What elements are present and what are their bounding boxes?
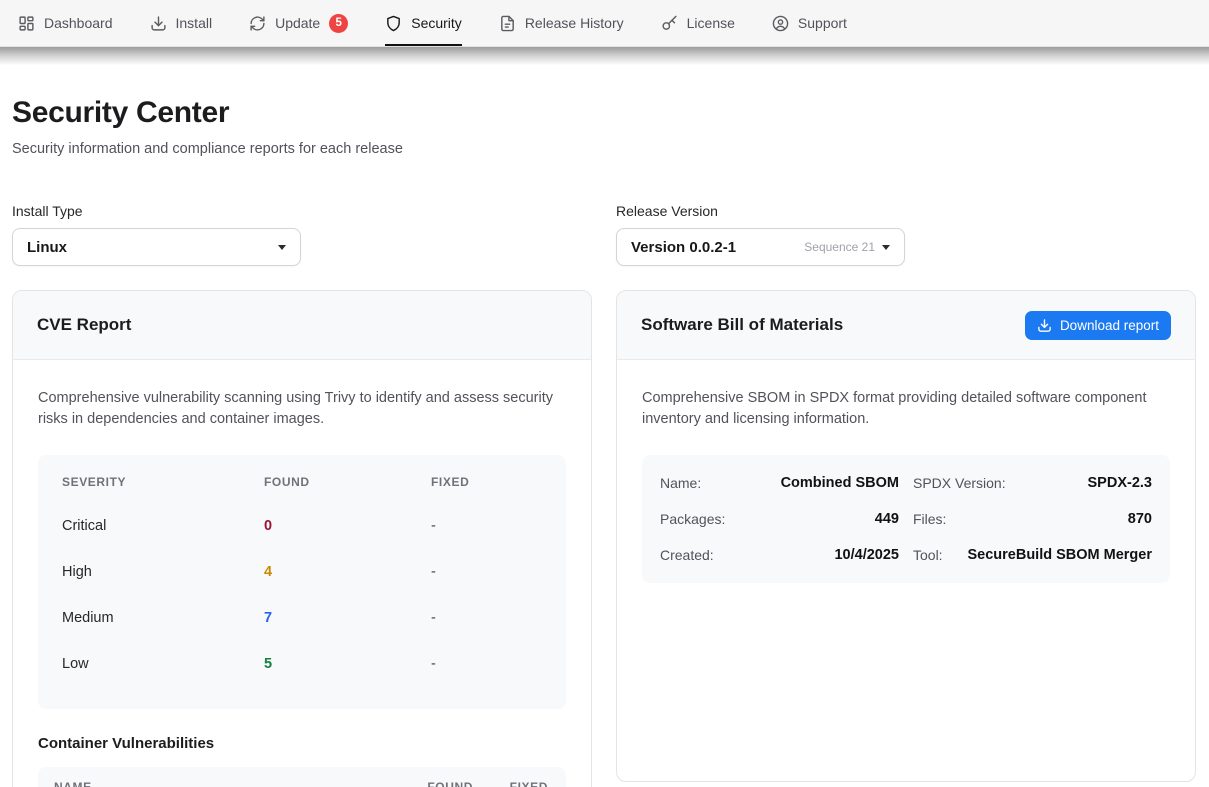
sbom-info-item: Name: Combined SBOM bbox=[660, 465, 899, 501]
cve-report-body: Comprehensive vulnerability scanning usi… bbox=[13, 360, 591, 787]
sbom-body: Comprehensive SBOM in SPDX format provid… bbox=[617, 360, 1195, 607]
sbom-info-label: Created: bbox=[660, 547, 714, 563]
sbom-info-item: Created: 10/4/2025 bbox=[660, 537, 899, 573]
nav-item-update[interactable]: Update 5 bbox=[249, 0, 348, 46]
sbom-info-value: SecureBuild SBOM Merger bbox=[943, 547, 1152, 563]
container-vulnerabilities-title: Container Vulnerabilities bbox=[38, 735, 566, 752]
nav-item-label: Dashboard bbox=[44, 15, 113, 31]
sbom-info-label: Files: bbox=[913, 511, 946, 527]
nav-item-release-history[interactable]: Release History bbox=[499, 0, 624, 46]
nav-item-label: Install bbox=[176, 15, 213, 31]
fixed-column-header: FIXED bbox=[473, 780, 548, 787]
name-column-header: NAME bbox=[54, 780, 413, 787]
fixed-count: - bbox=[431, 503, 542, 549]
release-version-value: Version 0.0.2-1 bbox=[631, 239, 804, 256]
fixed-count: - bbox=[431, 641, 542, 687]
severity-column-header: SEVERITY bbox=[62, 471, 264, 503]
install-type-filter: Install Type Linux bbox=[12, 203, 301, 266]
sbom-info-label: Tool: bbox=[913, 547, 943, 563]
nav-item-support[interactable]: Support bbox=[772, 0, 847, 46]
sbom-info-value: 10/4/2025 bbox=[714, 547, 899, 563]
fixed-column-header: FIXED bbox=[431, 471, 542, 503]
nav-item-security[interactable]: Security bbox=[385, 0, 462, 46]
severity-label: Low bbox=[62, 641, 264, 687]
install-type-label: Install Type bbox=[12, 203, 301, 219]
table-row: Medium 7 - bbox=[62, 595, 542, 641]
download-icon bbox=[1037, 318, 1052, 333]
download-report-button[interactable]: Download report bbox=[1025, 311, 1171, 340]
sbom-header: Software Bill of Materials Download repo… bbox=[617, 291, 1195, 360]
page-subtitle: Security information and compliance repo… bbox=[12, 141, 1196, 157]
found-count: 4 bbox=[264, 549, 431, 595]
severity-label: Medium bbox=[62, 595, 264, 641]
cve-report-description: Comprehensive vulnerability scanning usi… bbox=[38, 388, 566, 430]
header-shadow bbox=[0, 47, 1209, 65]
chevron-down-icon bbox=[278, 245, 286, 250]
main-content: Security Center Security information and… bbox=[0, 65, 1209, 787]
shield-icon bbox=[385, 15, 402, 32]
cards-row: CVE Report Comprehensive vulnerability s… bbox=[12, 290, 1196, 787]
top-navigation: Dashboard Install Update 5 Security Rele… bbox=[0, 0, 1209, 47]
fixed-count: - bbox=[431, 595, 542, 641]
table-row: Critical 0 - bbox=[62, 503, 542, 549]
sbom-info-value: 870 bbox=[946, 511, 1152, 527]
release-sequence-text: Sequence 21 bbox=[804, 240, 875, 254]
table-row: Low 5 - bbox=[62, 641, 542, 687]
release-version-label: Release Version bbox=[616, 203, 905, 219]
refresh-icon bbox=[249, 15, 266, 32]
nav-item-license[interactable]: License bbox=[661, 0, 735, 46]
install-type-select[interactable]: Linux bbox=[12, 228, 301, 266]
sbom-info-value: 449 bbox=[725, 511, 899, 527]
key-icon bbox=[661, 15, 678, 32]
filters-row: Install Type Linux Release Version Versi… bbox=[12, 203, 1196, 266]
severity-label: Critical bbox=[62, 503, 264, 549]
container-vulnerabilities-table-header: NAME FOUND FIXED bbox=[38, 767, 566, 787]
sbom-info-item: Files: 870 bbox=[913, 501, 1152, 537]
chevron-down-icon bbox=[882, 245, 890, 250]
file-text-icon bbox=[499, 15, 516, 32]
sbom-description: Comprehensive SBOM in SPDX format provid… bbox=[642, 388, 1170, 430]
install-type-value: Linux bbox=[27, 239, 278, 256]
nav-item-label: Security bbox=[411, 15, 462, 31]
nav-item-label: Update bbox=[275, 15, 320, 31]
download-report-label: Download report bbox=[1060, 318, 1159, 333]
cve-report-header: CVE Report bbox=[13, 291, 591, 360]
update-count-badge: 5 bbox=[329, 14, 348, 33]
sbom-info-label: Name: bbox=[660, 475, 701, 491]
sbom-card: Software Bill of Materials Download repo… bbox=[616, 290, 1196, 782]
dashboard-grid-icon bbox=[18, 15, 35, 32]
sbom-info-label: SPDX Version: bbox=[913, 475, 1006, 491]
nav-item-dashboard[interactable]: Dashboard bbox=[18, 0, 113, 46]
sbom-info-label: Packages: bbox=[660, 511, 725, 527]
nav-item-label: Release History bbox=[525, 15, 624, 31]
page-title: Security Center bbox=[12, 96, 1196, 130]
severity-table-header: SEVERITY FOUND FIXED bbox=[62, 471, 542, 503]
release-version-filter: Release Version Version 0.0.2-1 Sequence… bbox=[616, 203, 905, 266]
severity-label: High bbox=[62, 549, 264, 595]
fixed-count: - bbox=[431, 549, 542, 595]
sbom-info-item: Tool: SecureBuild SBOM Merger bbox=[913, 537, 1152, 573]
release-version-select[interactable]: Version 0.0.2-1 Sequence 21 bbox=[616, 228, 905, 266]
sbom-info-panel: Name: Combined SBOM SPDX Version: SPDX-2… bbox=[642, 455, 1170, 583]
cve-report-card: CVE Report Comprehensive vulnerability s… bbox=[12, 290, 592, 787]
user-circle-icon bbox=[772, 15, 789, 32]
severity-table: SEVERITY FOUND FIXED Critical 0 - High 4… bbox=[38, 455, 566, 709]
found-count: 0 bbox=[264, 503, 431, 549]
table-row: High 4 - bbox=[62, 549, 542, 595]
sbom-title: Software Bill of Materials bbox=[641, 315, 843, 335]
nav-item-label: License bbox=[687, 15, 735, 31]
found-column-header: FOUND bbox=[413, 780, 473, 787]
sbom-info-item: Packages: 449 bbox=[660, 501, 899, 537]
nav-item-install[interactable]: Install bbox=[150, 0, 213, 46]
nav-item-label: Support bbox=[798, 15, 847, 31]
found-count: 7 bbox=[264, 595, 431, 641]
found-column-header: FOUND bbox=[264, 471, 431, 503]
sbom-info-value: SPDX-2.3 bbox=[1006, 475, 1152, 491]
found-count: 5 bbox=[264, 641, 431, 687]
cve-report-title: CVE Report bbox=[37, 315, 131, 335]
download-icon bbox=[150, 15, 167, 32]
sbom-info-value: Combined SBOM bbox=[701, 475, 899, 491]
sbom-info-item: SPDX Version: SPDX-2.3 bbox=[913, 465, 1152, 501]
